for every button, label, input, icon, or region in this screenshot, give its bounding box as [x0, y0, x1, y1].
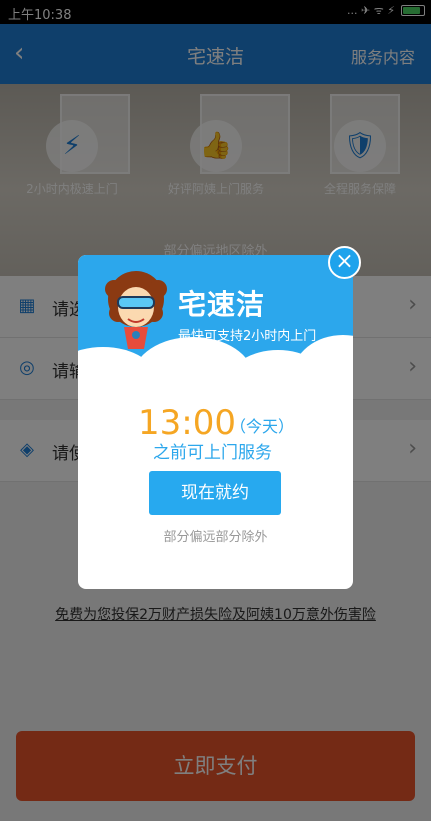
available-time: 13:00 [138, 403, 236, 443]
available-note: 之前可上门服务 [153, 443, 272, 463]
book-now-button[interactable]: 现在就约 [149, 471, 281, 515]
today-label: （今天） [230, 417, 295, 436]
dialog-slogan: 最快可支持2小时内上门 [178, 329, 317, 344]
exception-note: 部分偏远部分除外 [163, 530, 268, 545]
dialog-brand: 宅速洁 [178, 288, 266, 321]
promo-dialog: 宅速洁 最快可支持2小时内上门 13:00 （今天） 之前可上门服务 现在就约 … [78, 255, 353, 589]
close-icon[interactable]: × [328, 246, 361, 279]
mascot-icon [105, 271, 167, 349]
